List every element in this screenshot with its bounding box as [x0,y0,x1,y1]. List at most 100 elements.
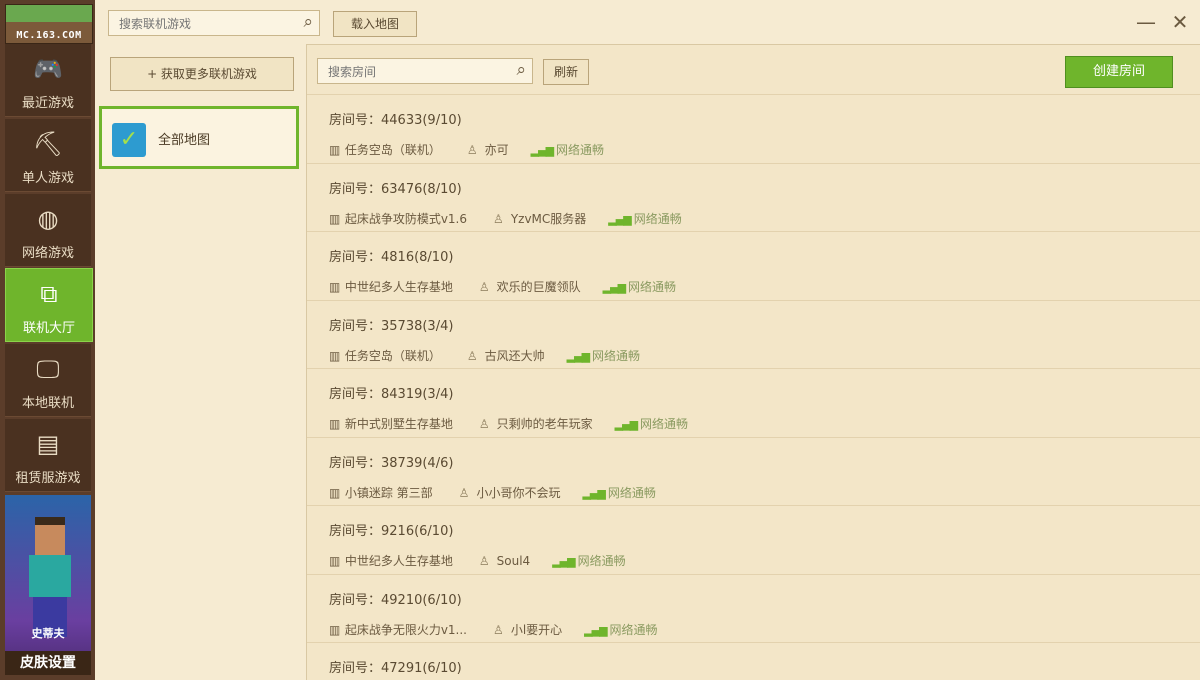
room-row[interactable]: 房间号：9216(6/10) ▥ 中世纪多人生存基地 ♙ Soul4 ▂▄▆ 网络通畅 [307,505,1200,574]
map-icon: ▥ [329,211,341,226]
nav-item-label: 租赁服游戏 [15,471,81,486]
signal-status: 网络通畅 [633,211,682,226]
app-logo: MC.163.COM [5,4,93,44]
room-host-name: 欢乐的巨魔领队 [492,280,581,294]
nav-item-label: 联机大厅 [22,321,75,336]
network-icon: ⧉ [40,280,58,308]
nav-item-label: 本地联机 [21,396,74,411]
signal-icon: ▂▄▆ [608,212,631,226]
refresh-button[interactable]: 刷新 [543,59,589,85]
room-map-name: 新中式别墅生存基地 [341,417,453,431]
top-bar: ⌕ 载入地图 — ✕ [95,0,1200,45]
room-row[interactable]: 房间号：38739(4/6) ▥ 小镇迷踪 第三部 ♙ 小小哥你不会玩 ▂▄▆ 网络通畅 [307,436,1200,506]
nav-item-multiplayer-lobby[interactable]: ⧉ 联机大厅 [5,268,93,342]
server-icon: ▤ [36,430,60,458]
room-meta: ▥ 中世纪多人生存基地 ♙ Soul4 ▂▄▆ 网络通畅 [329,552,626,569]
room-row[interactable]: 房间号：44633(9/10) ▥ 任务空岛（联机） ♙ 亦可 ▂▄▆ 网络通畅 [307,94,1200,163]
logo-text: MC.163.COM [16,30,82,41]
minimize-icon[interactable]: — [1134,10,1158,34]
room-meta: ▥ 起床战争攻防模式v1.6 ♙ YzvMC服务器 ▂▄▆ 网络通畅 [329,210,682,227]
room-meta: ▥ 中世纪多人生存基地 ♙ 欢乐的巨魔领队 ▂▄▆ 网络通畅 [329,278,676,295]
game-search-box: ⌕ [108,10,320,36]
host-icon: ♙ [493,622,504,637]
host-icon: ♙ [466,143,478,157]
map-icon: ▥ [329,280,341,294]
signal-status: 网络通畅 [556,143,605,157]
room-map-name: 起床战争攻防模式v1.6 [341,211,468,226]
room-meta: ▥ 小镇迷踪 第三部 ♙ 小小哥你不会玩 ▂▄▆ 网络通畅 [329,484,656,501]
map-icon: ▥ [329,622,341,637]
host-icon: ♙ [493,211,504,226]
room-row[interactable]: 房间号：35738(3/4) ▥ 任务空岛（联机） ♙ 古风还大帅 ▂▄▆ 网络通畅 [307,299,1200,369]
room-map-name: 小镇迷踪 第三部 [341,485,433,500]
signal-icon: ▂▄▆ [582,486,605,500]
room-meta: ▥ 任务空岛（联机） ♙ 古风还大帅 ▂▄▆ 网络通畅 [329,347,640,364]
signal-icon: ▂▄▆ [602,281,626,294]
map-icon: ▥ [329,554,341,568]
room-number: 房间号：44633(9/10) [329,113,462,128]
room-number: 房间号：63476(8/10) [329,181,462,197]
room-host-name: 只剩帅的老年玩家 [492,417,593,431]
host-icon: ♙ [466,348,478,363]
import-map-button[interactable]: 载入地图 [333,11,417,37]
room-host-name: 古风还大帅 [480,348,545,363]
game-search-input[interactable] [117,13,291,35]
search-icon[interactable]: ⌕ [516,60,526,80]
skin-preview[interactable]: 史蒂夫 皮肤设置 [5,495,91,675]
category-panel: + 获取更多联机游戏 ✓ 全部地图 [95,44,307,680]
map-icon: ▥ [329,348,341,363]
room-list: 房间号：44633(9/10) ▥ 任务空岛（联机） ♙ 亦可 ▂▄▆ 网络通畅 房间号：… [307,94,1200,680]
signal-status: 网络通畅 [640,417,689,431]
signal-status: 网络通畅 [628,280,677,294]
category-label: 全部地图 [158,133,211,148]
gamepad-icon: 🎮 [33,55,63,83]
host-icon: ♙ [458,485,470,500]
room-host-name: 亦可 [480,143,509,157]
room-row[interactable]: 房间号：49210(6/10) ▥ 起床战争无限火力v1... ♙ 小l要开心 ▂▄▆… [307,573,1200,643]
room-search-input[interactable] [326,61,504,83]
search-icon[interactable]: ⌕ [303,12,313,32]
nav-item-recent-games[interactable]: 🎮 最近游戏 [5,44,91,117]
host-icon: ♙ [478,417,490,431]
nav-item-network-games[interactable]: ◍ 网络游戏 [5,194,91,267]
nav-item-label: 单人游戏 [21,171,74,186]
nav-item-label: 网络游戏 [21,246,74,261]
room-number: 房间号：9216(6/10) [329,524,454,539]
room-number: 房间号：4816(8/10) [329,250,454,265]
room-host-name: 小l要开心 [507,622,563,637]
room-search-box: ⌕ [317,58,533,84]
room-row[interactable]: 房间号：63476(8/10) ▥ 起床战争攻防模式v1.6 ♙ YzvMC服务器 ▂… [307,162,1200,232]
map-icon: ▥ [329,143,341,157]
room-host-name: YzvMC服务器 [507,211,587,226]
map-icon: ✓ [112,123,146,157]
map-icon: ▥ [329,485,341,500]
room-meta: ▥ 起床战争无限火力v1... ♙ 小l要开心 ▂▄▆ 网络通畅 [329,621,658,638]
room-row[interactable]: 房间号：84319(3/4) ▥ 新中式别墅生存基地 ♙ 只剩帅的老年玩家 ▂▄▆ 网络… [307,368,1200,437]
character-body [29,555,71,597]
nav-item-rental-servers[interactable]: ▤ 租赁服游戏 [5,419,91,492]
signal-status: 网络通畅 [609,622,658,637]
host-icon: ♙ [478,280,490,294]
room-host-name: 小小哥你不会玩 [472,485,561,500]
room-row[interactable]: 房间号：4816(8/10) ▥ 中世纪多人生存基地 ♙ 欢乐的巨魔领队 ▂▄▆ 网络通… [307,231,1200,300]
room-number: 房间号：49210(6/10) [329,592,462,608]
skin-name: 史蒂夫 [31,627,65,640]
get-more-games-button[interactable]: + 获取更多联机游戏 [110,57,294,91]
room-row[interactable]: 房间号：47291(6/10) [307,642,1200,680]
room-map-name: 中世纪多人生存基地 [341,554,453,568]
skin-settings-button[interactable]: 皮肤设置 [5,651,91,675]
close-icon[interactable]: ✕ [1168,10,1192,34]
nav-item-single-player[interactable]: ⛏ 单人游戏 [5,119,91,192]
signal-status: 网络通畅 [607,485,656,500]
category-all-maps[interactable]: ✓ 全部地图 [99,106,299,169]
signal-icon: ▂▄▆ [552,555,575,568]
room-map-name: 起床战争无限火力v1... [341,622,467,637]
room-list-panel: ⌕ 刷新 创建房间 房间号：44633(9/10) ▥ 任务空岛（联机） ♙ 亦可 ▂… [307,44,1200,680]
room-number: 房间号：84319(3/4) [329,387,454,402]
create-room-button[interactable]: 创建房间 [1065,56,1173,88]
map-icon: ▥ [329,417,341,431]
room-map-name: 任务空岛（联机） [341,143,441,157]
room-number: 房间号：38739(4/6) [329,455,454,471]
nav-item-label: 最近游戏 [21,96,74,111]
nav-item-local-multiplayer[interactable]: 🖵 本地联机 [5,344,91,417]
